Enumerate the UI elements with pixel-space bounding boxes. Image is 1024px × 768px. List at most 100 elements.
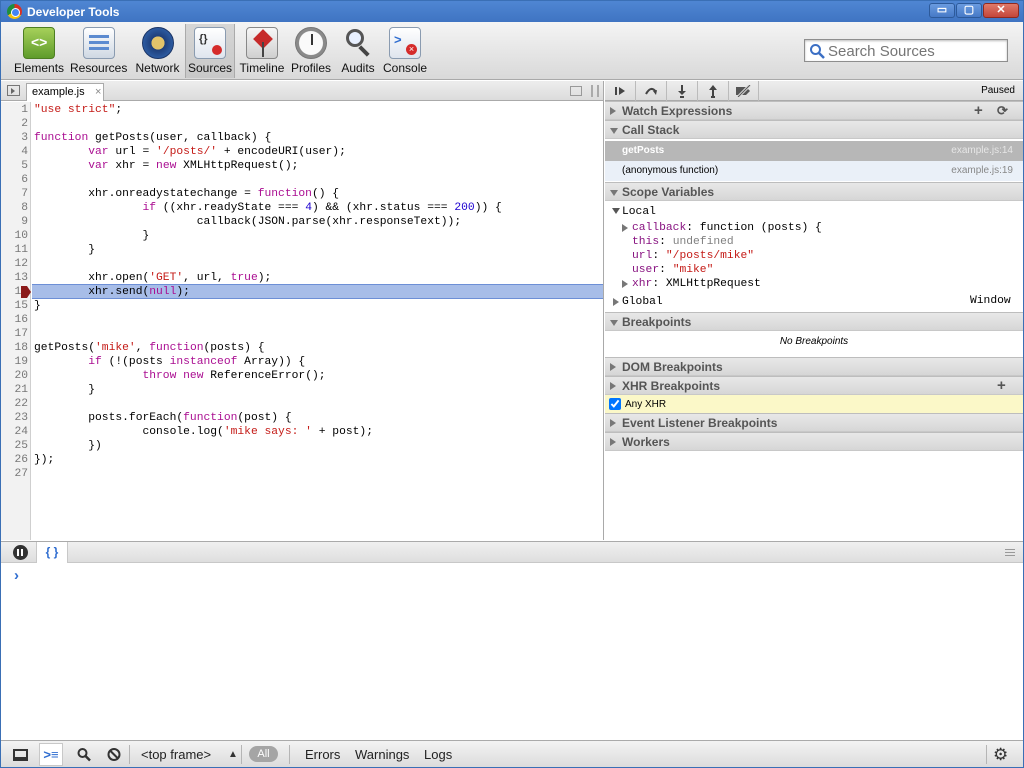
line-number[interactable]: 3: [1, 131, 28, 145]
call-frame-location[interactable]: example.js:14: [951, 141, 1013, 161]
close-window-button[interactable]: ✕: [983, 3, 1019, 18]
editor-tab[interactable]: example.js ×: [26, 83, 104, 101]
line-number[interactable]: 24: [1, 425, 28, 439]
call-frame-item[interactable]: getPosts example.js:14: [605, 141, 1023, 161]
line-number[interactable]: 16: [1, 313, 28, 327]
code-area[interactable]: 1234567891011121314151617181920212223242…: [1, 102, 603, 540]
pause-on-exceptions-button[interactable]: [13, 545, 28, 560]
add-xhr-breakpoint-button[interactable]: +: [997, 377, 1006, 395]
maximize-button[interactable]: ▢: [956, 3, 982, 18]
line-number[interactable]: 6: [1, 173, 28, 187]
line-number[interactable]: 9: [1, 215, 28, 229]
close-tab-icon[interactable]: ×: [95, 84, 101, 100]
line-number[interactable]: 11: [1, 243, 28, 257]
line-number[interactable]: 17: [1, 327, 28, 341]
watch-expressions-header[interactable]: Watch Expressions + ⟳: [605, 101, 1023, 120]
collapsed-triangle-icon[interactable]: [622, 280, 628, 288]
line-number[interactable]: 2: [1, 117, 28, 131]
any-xhr-checkbox[interactable]: [609, 398, 621, 410]
tool-sources[interactable]: {} Sources: [185, 24, 235, 78]
tool-label: Sources: [187, 61, 233, 75]
scope-variable-url[interactable]: url: "/posts/mike": [632, 249, 754, 263]
line-number[interactable]: 4: [1, 145, 28, 159]
section-title: Watch Expressions: [622, 104, 733, 118]
tool-network[interactable]: Network: [134, 24, 181, 78]
no-breakpoints-message: No Breakpoints: [779, 336, 849, 347]
line-number[interactable]: 7: [1, 187, 28, 201]
line-number[interactable]: 23: [1, 411, 28, 425]
step-out-button[interactable]: [698, 81, 729, 101]
add-watch-button[interactable]: +: [974, 102, 983, 120]
scope-variable-value: XMLHttpRequest: [665, 278, 761, 290]
tool-elements[interactable]: <> Elements: [14, 24, 64, 78]
scope-variable-xhr[interactable]: xhr: XMLHttpRequest: [632, 277, 761, 291]
line-number[interactable]: 25: [1, 439, 28, 453]
section-title: Call Stack: [622, 123, 680, 137]
breakpoints-header[interactable]: Breakpoints: [605, 312, 1023, 331]
resume-button[interactable]: [605, 81, 636, 101]
line-number[interactable]: 22: [1, 397, 28, 411]
step-over-button[interactable]: [636, 81, 667, 101]
scope-local[interactable]: Local: [622, 205, 656, 219]
workers-header[interactable]: Workers: [605, 432, 1023, 451]
deactivate-breakpoints-icon: [735, 83, 751, 99]
tool-resources[interactable]: Resources: [70, 24, 127, 78]
scope-variable-user[interactable]: user: "mike": [632, 263, 713, 277]
search-box[interactable]: [804, 39, 1008, 62]
event-listener-breakpoints-header[interactable]: Event Listener Breakpoints: [605, 413, 1023, 432]
filter-logs-button[interactable]: Logs: [424, 745, 452, 764]
line-number[interactable]: 12: [1, 257, 28, 271]
scope-variable-callback[interactable]: callback: function (posts) {: [632, 221, 822, 235]
minimize-button[interactable]: ▭: [929, 3, 955, 18]
call-frame-location[interactable]: example.js:19: [951, 161, 1013, 181]
show-console-button[interactable]: >≡: [39, 743, 63, 766]
search-console-icon[interactable]: [77, 745, 91, 764]
refresh-watch-button[interactable]: ⟳: [997, 102, 1008, 120]
chevron-updown-icon: ▲: [228, 749, 238, 760]
call-stack-header[interactable]: Call Stack: [605, 120, 1023, 139]
tool-timeline[interactable]: Timeline: [239, 24, 285, 78]
dom-breakpoints-header[interactable]: DOM Breakpoints: [605, 357, 1023, 376]
toggle-debugger-button[interactable]: [570, 86, 582, 96]
collapsed-triangle-icon[interactable]: [622, 224, 628, 232]
line-number[interactable]: 21: [1, 383, 28, 397]
line-number[interactable]: 5: [1, 159, 28, 173]
scope-variable-this[interactable]: this: undefined: [632, 235, 734, 249]
line-number[interactable]: 18: [1, 341, 28, 355]
filter-warnings-button[interactable]: Warnings: [355, 745, 409, 764]
scope-variables-header[interactable]: Scope Variables: [605, 182, 1023, 201]
drawer-resize-icon[interactable]: [1005, 549, 1015, 556]
line-number[interactable]: 15: [1, 299, 28, 313]
line-number[interactable]: 26: [1, 453, 28, 467]
tool-label: Elements: [14, 61, 65, 75]
pretty-print-button[interactable]: { }: [36, 542, 68, 563]
step-into-button[interactable]: [667, 81, 698, 101]
line-number[interactable]: 19: [1, 355, 28, 369]
line-number[interactable]: 27: [1, 467, 28, 481]
clear-console-icon[interactable]: [107, 745, 121, 764]
filter-all-button[interactable]: All: [249, 746, 278, 762]
call-frame-item[interactable]: (anonymous function) example.js:19: [605, 161, 1023, 181]
frame-select[interactable]: <top frame>: [141, 745, 211, 764]
line-number[interactable]: 20: [1, 369, 28, 383]
pane-resizer-icon[interactable]: [591, 85, 599, 97]
line-number[interactable]: 1: [1, 103, 28, 117]
console-area[interactable]: ›: [1, 564, 1023, 740]
deactivate-breakpoints-button[interactable]: [729, 81, 759, 101]
line-number-gutter[interactable]: 1234567891011121314151617181920212223242…: [1, 102, 31, 540]
section-title: Breakpoints: [622, 315, 692, 329]
filter-errors-button[interactable]: Errors: [305, 745, 340, 764]
line-number[interactable]: 13: [1, 271, 28, 285]
line-number[interactable]: 10: [1, 229, 28, 243]
tool-console[interactable]: > × Console: [383, 24, 427, 78]
dock-toggle-button[interactable]: [9, 745, 31, 764]
scope-global[interactable]: Global: [622, 295, 663, 309]
code-line: if (!(posts instanceof Array)) {: [88, 356, 306, 368]
tool-audits[interactable]: Audits: [339, 24, 377, 78]
search-input[interactable]: [828, 42, 1004, 60]
xhr-breakpoints-header[interactable]: XHR Breakpoints +: [605, 376, 1023, 395]
line-number[interactable]: 8: [1, 201, 28, 215]
tool-profiles[interactable]: Profiles: [290, 24, 332, 78]
settings-gear-icon[interactable]: ⚙: [993, 745, 1008, 764]
toggle-navigator-button[interactable]: [7, 85, 20, 96]
